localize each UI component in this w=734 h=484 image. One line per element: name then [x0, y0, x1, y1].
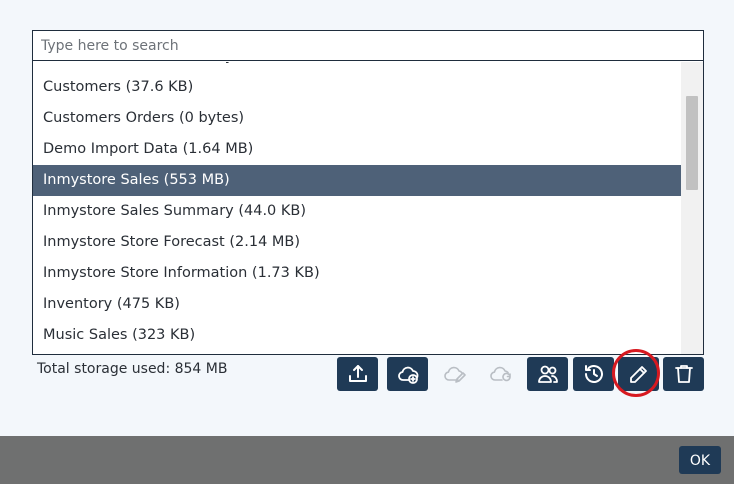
share-button[interactable] — [527, 357, 568, 391]
cloud-add-icon — [397, 366, 418, 384]
upload-icon — [348, 365, 367, 382]
list-item[interactable]: Inmystore Store Forecast (2.14 MB) — [33, 227, 681, 258]
list-item[interactable]: Customers (37.6 KB) — [33, 72, 681, 103]
list-item[interactable]: Customers Orders (0 bytes) — [33, 103, 681, 134]
trash-icon — [674, 365, 693, 383]
upload-button[interactable] — [337, 357, 378, 391]
ok-button[interactable]: OK — [679, 446, 721, 474]
list-item[interactable]: Music Sales (323 KB) — [33, 320, 681, 351]
search-input[interactable] — [33, 31, 703, 61]
pencil-icon — [629, 366, 647, 383]
dataset-dialog: Customer Orders OP (0 bytes) Customers (… — [1, 0, 733, 436]
list-item[interactable]: Inmystore Store Information (1.73 KB) — [33, 258, 681, 289]
delete-button[interactable] — [663, 357, 704, 391]
storage-usage: Total storage used: 854 MB — [37, 361, 228, 377]
dataset-panel: Customer Orders OP (0 bytes) Customers (… — [32, 30, 704, 355]
list-item[interactable]: Customer Orders OP (0 bytes) — [33, 62, 681, 72]
add-cloud-dataset-button[interactable] — [387, 357, 428, 391]
rename-button[interactable] — [618, 357, 659, 391]
list-item[interactable]: Inventory (475 KB) — [33, 289, 681, 320]
list-item[interactable]: Demo Import Data (1.64 MB) — [33, 134, 681, 165]
history-button[interactable] — [573, 357, 614, 391]
edit-cloud-dataset-button[interactable] — [433, 357, 474, 391]
share-users-icon — [537, 365, 558, 383]
scrollbar-thumb[interactable] — [686, 96, 698, 190]
refresh-cloud-dataset-button[interactable] — [479, 357, 520, 391]
list-item-selected[interactable]: Inmystore Sales (553 MB) — [33, 165, 681, 196]
list-scrollbar[interactable] — [681, 62, 703, 354]
dialog-footer: OK — [0, 436, 734, 484]
cloud-edit-icon — [443, 366, 466, 383]
history-icon — [584, 365, 603, 383]
list-item[interactable]: Inmystore Sales Summary (44.0 KB) — [33, 196, 681, 227]
cloud-refresh-icon — [489, 366, 511, 382]
dataset-list: Customer Orders OP (0 bytes) Customers (… — [33, 62, 681, 354]
